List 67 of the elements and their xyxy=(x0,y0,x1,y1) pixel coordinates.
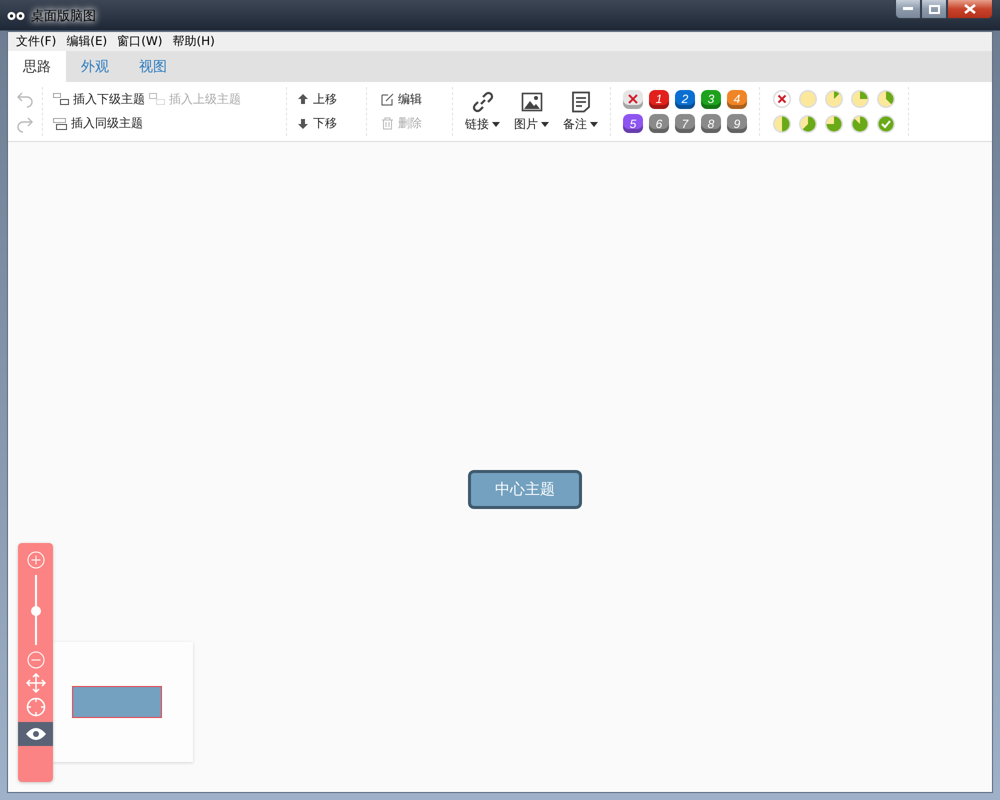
eye-icon xyxy=(24,727,46,741)
dropdown-button[interactable]: 图片 xyxy=(510,90,553,132)
progress-pie-button[interactable] xyxy=(850,89,870,110)
insert-topic-button[interactable]: 插入同级主题 xyxy=(51,114,145,134)
menu-item[interactable]: 窗口(W) xyxy=(113,33,166,50)
clear-progress-button[interactable] xyxy=(772,89,792,110)
clear-priority-button[interactable] xyxy=(623,90,643,109)
link-icon xyxy=(472,90,494,112)
ribbon-tab[interactable]: 视图 xyxy=(124,51,182,82)
priority-button[interactable]: 3 xyxy=(701,90,721,109)
maximize-button[interactable] xyxy=(921,0,947,19)
priority-button[interactable]: 4 xyxy=(727,90,747,109)
sibling-topic-icon xyxy=(53,118,67,130)
app-logo-icon xyxy=(7,10,25,22)
menu-item[interactable]: 编辑(E) xyxy=(62,33,112,50)
zoom-in-button[interactable] xyxy=(26,551,44,569)
priority-button[interactable]: 5 xyxy=(623,114,643,134)
insert-topic-button[interactable]: 插入下级主题 xyxy=(51,90,147,109)
locate-target-icon[interactable] xyxy=(26,697,46,717)
priority-button[interactable]: 1 xyxy=(649,90,669,109)
progress-pie-button[interactable] xyxy=(824,114,844,134)
maximize-icon xyxy=(928,4,940,14)
close-icon xyxy=(628,94,638,104)
progress-pie-button[interactable] xyxy=(798,114,818,134)
trash-icon xyxy=(381,117,394,130)
priority-button[interactable]: 6 xyxy=(649,114,669,134)
caret-icon xyxy=(541,122,549,126)
close-icon xyxy=(964,4,976,14)
minimize-icon xyxy=(903,7,913,11)
caret-icon xyxy=(492,122,500,126)
caret-icon xyxy=(590,122,598,126)
arrow-up-icon xyxy=(297,93,309,106)
progress-pie-button[interactable] xyxy=(772,114,792,134)
progress-pie-button[interactable] xyxy=(824,89,844,110)
progress-done-button[interactable] xyxy=(876,114,896,134)
move-button[interactable]: 下移 xyxy=(295,114,339,134)
window-title: 桌面版脑图 xyxy=(31,8,96,24)
priority-button[interactable]: 8 xyxy=(701,114,721,134)
central-topic-node[interactable]: 中心主题 xyxy=(468,470,582,508)
priority-button[interactable]: 7 xyxy=(675,114,695,134)
move-button[interactable]: 上移 xyxy=(295,90,339,109)
priority-button[interactable]: 9 xyxy=(727,114,747,134)
edit-button[interactable]: 编辑 xyxy=(379,90,424,109)
minimize-button[interactable] xyxy=(895,0,921,19)
priority-button[interactable]: 2 xyxy=(675,90,695,109)
progress-pie-button[interactable] xyxy=(876,89,896,110)
parent-topic-icon xyxy=(149,93,165,106)
pencil-icon xyxy=(381,92,394,106)
move-icon[interactable] xyxy=(26,673,46,693)
note-icon xyxy=(570,90,592,112)
menu-item[interactable]: 帮助(H) xyxy=(168,33,219,50)
zoom-out-button[interactable] xyxy=(26,651,44,669)
redo-icon xyxy=(16,114,34,133)
ribbon-tab[interactable]: 外观 xyxy=(66,51,124,82)
menu-item[interactable]: 文件(F) xyxy=(12,33,60,50)
eye-button[interactable] xyxy=(18,722,53,746)
child-topic-icon xyxy=(53,93,69,106)
undo-icon xyxy=(16,90,34,108)
close-button[interactable] xyxy=(947,0,993,19)
progress-pie-button[interactable] xyxy=(850,114,870,134)
arrow-down-icon xyxy=(297,118,309,130)
ribbon-tab[interactable]: 思路 xyxy=(8,51,66,82)
zoom-slider-thumb[interactable] xyxy=(30,606,40,616)
dropdown-button[interactable]: 备注 xyxy=(559,90,602,132)
minimap-viewport[interactable] xyxy=(72,686,162,718)
dropdown-button[interactable]: 链接 xyxy=(461,90,504,132)
image-icon xyxy=(520,90,542,112)
